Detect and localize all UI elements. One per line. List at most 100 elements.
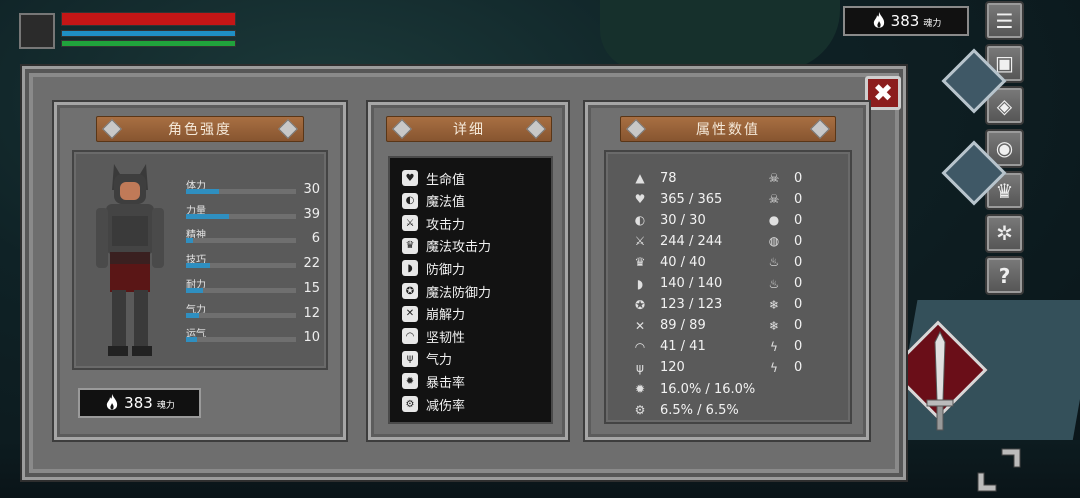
stat-row: 精神 6 bbox=[186, 226, 320, 248]
character-strength-label: 角色强度 bbox=[168, 122, 232, 138]
resistance-row: ◍ 0 bbox=[766, 231, 803, 251]
detail-label: 魔法值 bbox=[426, 195, 466, 211]
detail-item[interactable]: ⚔ 攻击力 bbox=[402, 213, 465, 233]
detail-item[interactable]: ✕ 崩解力 bbox=[402, 304, 465, 324]
detail-label: 崩解力 bbox=[426, 308, 466, 324]
stat-row: 气力 12 bbox=[186, 301, 320, 323]
bolt-icon bbox=[626, 119, 646, 139]
stat-bar-fill bbox=[186, 287, 203, 293]
crown-icon: ♛ bbox=[995, 178, 1014, 203]
detail-item[interactable]: ◠ 坚韧性 bbox=[402, 326, 465, 346]
help-icon: ? bbox=[998, 263, 1011, 288]
detail-item[interactable]: ◗ 防御力 bbox=[402, 258, 465, 278]
resistance-row: ϟ0 bbox=[766, 358, 802, 378]
close-icon: ✖ bbox=[872, 79, 894, 107]
crossed-swords-icon: ✕ bbox=[634, 318, 646, 333]
side-menu-button[interactable]: ? bbox=[985, 256, 1024, 295]
soul-currency-panel-display: 383 魂力 bbox=[78, 388, 201, 418]
attribute-row: ◠ 41 / 41 bbox=[632, 337, 706, 357]
attribute-row: ◗ 140 / 140 bbox=[632, 274, 722, 294]
resistance-row: ❄ 0 bbox=[766, 295, 802, 315]
soul-currency-unit: 魂力 bbox=[156, 401, 175, 411]
fire-icon: ♨ bbox=[768, 255, 780, 270]
crossed-swords-icon: ✕ bbox=[402, 305, 418, 322]
magic-crown-icon: ♛ bbox=[634, 255, 646, 270]
stat-bar-fill bbox=[186, 189, 219, 194]
attribute-value: 365 / 365 bbox=[660, 191, 723, 207]
side-menu-button[interactable]: ✲ bbox=[985, 213, 1024, 253]
details-title: 详细 bbox=[386, 116, 552, 142]
detail-item[interactable]: ⚙ 减伤率 bbox=[402, 394, 465, 414]
stat-row: 体力 30 bbox=[186, 177, 320, 199]
resistance-value: 0 bbox=[794, 254, 803, 270]
heart-icon: ♥ bbox=[634, 192, 646, 207]
resistance-row: ☠ 0 bbox=[766, 168, 803, 188]
stat-value: 10 bbox=[303, 330, 320, 346]
helmet-equip-icon: ◈ bbox=[996, 93, 1013, 118]
bolt-icon bbox=[102, 119, 122, 139]
burst-icon: ✹ bbox=[402, 373, 418, 390]
stat-bar-fill bbox=[186, 337, 197, 343]
detail-item[interactable]: ✹ 暴击率 bbox=[402, 371, 465, 391]
detail-label: 防御力 bbox=[426, 262, 466, 278]
lungs-icon: ψ bbox=[636, 360, 644, 375]
detail-item[interactable]: ψ 气力 bbox=[402, 349, 452, 369]
bolt-icon bbox=[392, 119, 412, 139]
scene-background bbox=[600, 0, 840, 70]
close-button[interactable]: ✖ bbox=[865, 76, 901, 110]
resistance-value: 0 bbox=[794, 339, 803, 355]
resistance-value: 0 bbox=[794, 276, 803, 291]
health-bar bbox=[61, 12, 236, 26]
stat-bar bbox=[186, 213, 296, 219]
skull-crossbones-icon: ☠ bbox=[768, 192, 780, 207]
settings-gear-icon: ✲ bbox=[996, 221, 1013, 245]
brain-icon: ◐ bbox=[634, 213, 646, 228]
shield-icon: ◗ bbox=[402, 260, 418, 277]
resistance-value: 0 bbox=[794, 360, 803, 376]
expand-corner-icon[interactable] bbox=[974, 445, 1024, 495]
attribute-row: ✪ 123 / 123 bbox=[632, 295, 722, 315]
attribute-row: ✹ 16.0% / 16.0% bbox=[632, 379, 755, 399]
stat-value: 6 bbox=[311, 231, 320, 247]
attribute-row: ✕ 89 / 89 bbox=[632, 316, 706, 336]
soul-currency-display: 383 魂力 bbox=[843, 6, 969, 36]
stamina-bar bbox=[61, 40, 236, 47]
detail-label: 坚韧性 bbox=[426, 330, 466, 346]
snowflake-resist-icon: ❄ bbox=[768, 318, 780, 333]
bolt-icon bbox=[526, 119, 546, 139]
lightning-resist-icon: ϟ bbox=[770, 360, 778, 375]
stat-bar bbox=[186, 312, 296, 318]
heart-icon: ♥ bbox=[402, 170, 418, 186]
stat-value: 22 bbox=[303, 256, 320, 272]
stat-bar-fill bbox=[186, 312, 200, 318]
resistance-row: ϟ0 bbox=[766, 337, 802, 357]
detail-item[interactable]: ♥ 生命值 bbox=[402, 168, 465, 188]
attribute-row: ⚔ 244 / 244 bbox=[632, 231, 723, 251]
side-menu-button[interactable]: ☰ bbox=[985, 1, 1024, 40]
stat-row: 运气 10 bbox=[186, 325, 320, 347]
resistance-row: ❄ 0 bbox=[766, 316, 802, 336]
resistance-row: ♨ 0 bbox=[766, 252, 803, 272]
resistance-row: ♨ 0 bbox=[766, 274, 803, 294]
armor-icon: ▲ bbox=[635, 171, 645, 185]
detail-item[interactable]: ◐ 魔法值 bbox=[402, 191, 465, 211]
shield-icon: ◗ bbox=[636, 276, 644, 291]
attribute-value: 78 bbox=[660, 170, 677, 186]
sword-icon: ⚔ bbox=[634, 234, 646, 249]
details-list[interactable]: ♥ 生命值 ◐ 魔法值 ⚔ 攻击力 ♛ 魔法攻击力 ◗ 防御力 ✪ 魔法防御力 ✕ 崩解力 ◠ 坚韧性 ψ 气力 ✹… bbox=[388, 156, 553, 424]
skull-icon: ☠ bbox=[768, 171, 780, 185]
helmet-icon: ◠ bbox=[634, 339, 646, 354]
attribute-value: 41 / 41 bbox=[660, 339, 706, 355]
burst-icon: ✹ bbox=[634, 382, 646, 396]
detail-item[interactable]: ♛ 魔法攻击力 bbox=[402, 236, 491, 256]
stat-row: 力量 39 bbox=[186, 202, 320, 224]
resistance-row: ● 0 bbox=[766, 210, 803, 230]
helmet-icon: ◠ bbox=[402, 328, 418, 345]
details-label: 详细 bbox=[453, 122, 485, 138]
soul-currency-value: 383 bbox=[124, 394, 153, 412]
magic-shield-icon: ✪ bbox=[402, 283, 418, 299]
flame-icon bbox=[873, 12, 884, 28]
detail-item[interactable]: ✪ 魔法防御力 bbox=[402, 281, 491, 301]
stat-value: 30 bbox=[303, 182, 320, 197]
player-portrait[interactable] bbox=[19, 13, 55, 49]
